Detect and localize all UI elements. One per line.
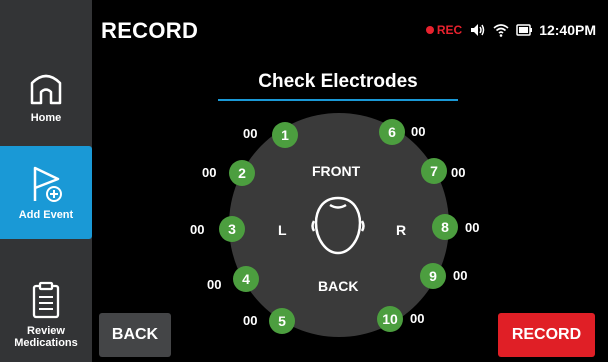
back-button[interactable]: BACK	[99, 313, 171, 357]
sidebar-item-label: Review Medications	[14, 325, 78, 349]
electrode-4-reading: 00	[207, 277, 222, 292]
sidebar-item-review-medications[interactable]: Review Medications	[0, 267, 92, 362]
sidebar-item-home[interactable]: Home	[0, 49, 92, 142]
heading-underline	[218, 99, 458, 101]
electrode-7[interactable]: 7	[421, 158, 447, 184]
electrode-1-reading: 00	[243, 126, 258, 141]
battery-icon	[516, 24, 533, 36]
sidebar: Home Add Event Review Medications	[0, 0, 92, 362]
electrode-8-reading: 00	[465, 220, 480, 235]
back-label: BACK	[318, 278, 359, 294]
electrode-3-reading: 00	[190, 222, 205, 237]
head-icon	[311, 196, 365, 255]
page-title: RECORD	[101, 18, 199, 43]
electrode-5-reading: 00	[243, 313, 258, 328]
electrode-7-reading: 00	[451, 165, 466, 180]
volume-icon	[471, 24, 485, 36]
sidebar-item-label: Add Event	[18, 209, 74, 221]
status-bar: REC 12:40PM	[425, 22, 596, 38]
electrode-10[interactable]: 10	[377, 306, 403, 332]
electrode-4[interactable]: 4	[233, 266, 259, 292]
clock: 12:40PM	[539, 22, 596, 38]
electrode-6-reading: 00	[411, 124, 426, 139]
electrode-6[interactable]: 6	[379, 119, 405, 145]
record-indicator-icon	[425, 26, 434, 34]
electrode-9[interactable]: 9	[420, 263, 446, 289]
electrode-10-reading: 00	[410, 311, 425, 326]
front-label: FRONT	[312, 163, 361, 179]
sidebar-item-add-event[interactable]: Add Event	[0, 146, 92, 239]
left-label: L	[278, 222, 287, 238]
right-label: R	[396, 222, 407, 238]
section-heading: Check Electrodes	[258, 71, 418, 92]
home-icon	[30, 74, 62, 105]
electrode-1[interactable]: 1	[272, 122, 298, 148]
sidebar-item-label: Home	[30, 112, 62, 124]
electrode-9-reading: 00	[453, 268, 468, 283]
electrode-8[interactable]: 8	[432, 214, 458, 240]
electrode-2[interactable]: 2	[229, 160, 255, 186]
electrode-3[interactable]: 3	[219, 216, 245, 242]
electrode-5[interactable]: 5	[269, 308, 295, 334]
record-button[interactable]: RECORD	[498, 313, 595, 357]
electrode-2-reading: 00	[202, 165, 217, 180]
wifi-icon	[493, 24, 509, 37]
flag-add-icon	[33, 166, 62, 202]
clipboard-icon	[32, 281, 60, 319]
rec-label: REC	[436, 23, 463, 37]
